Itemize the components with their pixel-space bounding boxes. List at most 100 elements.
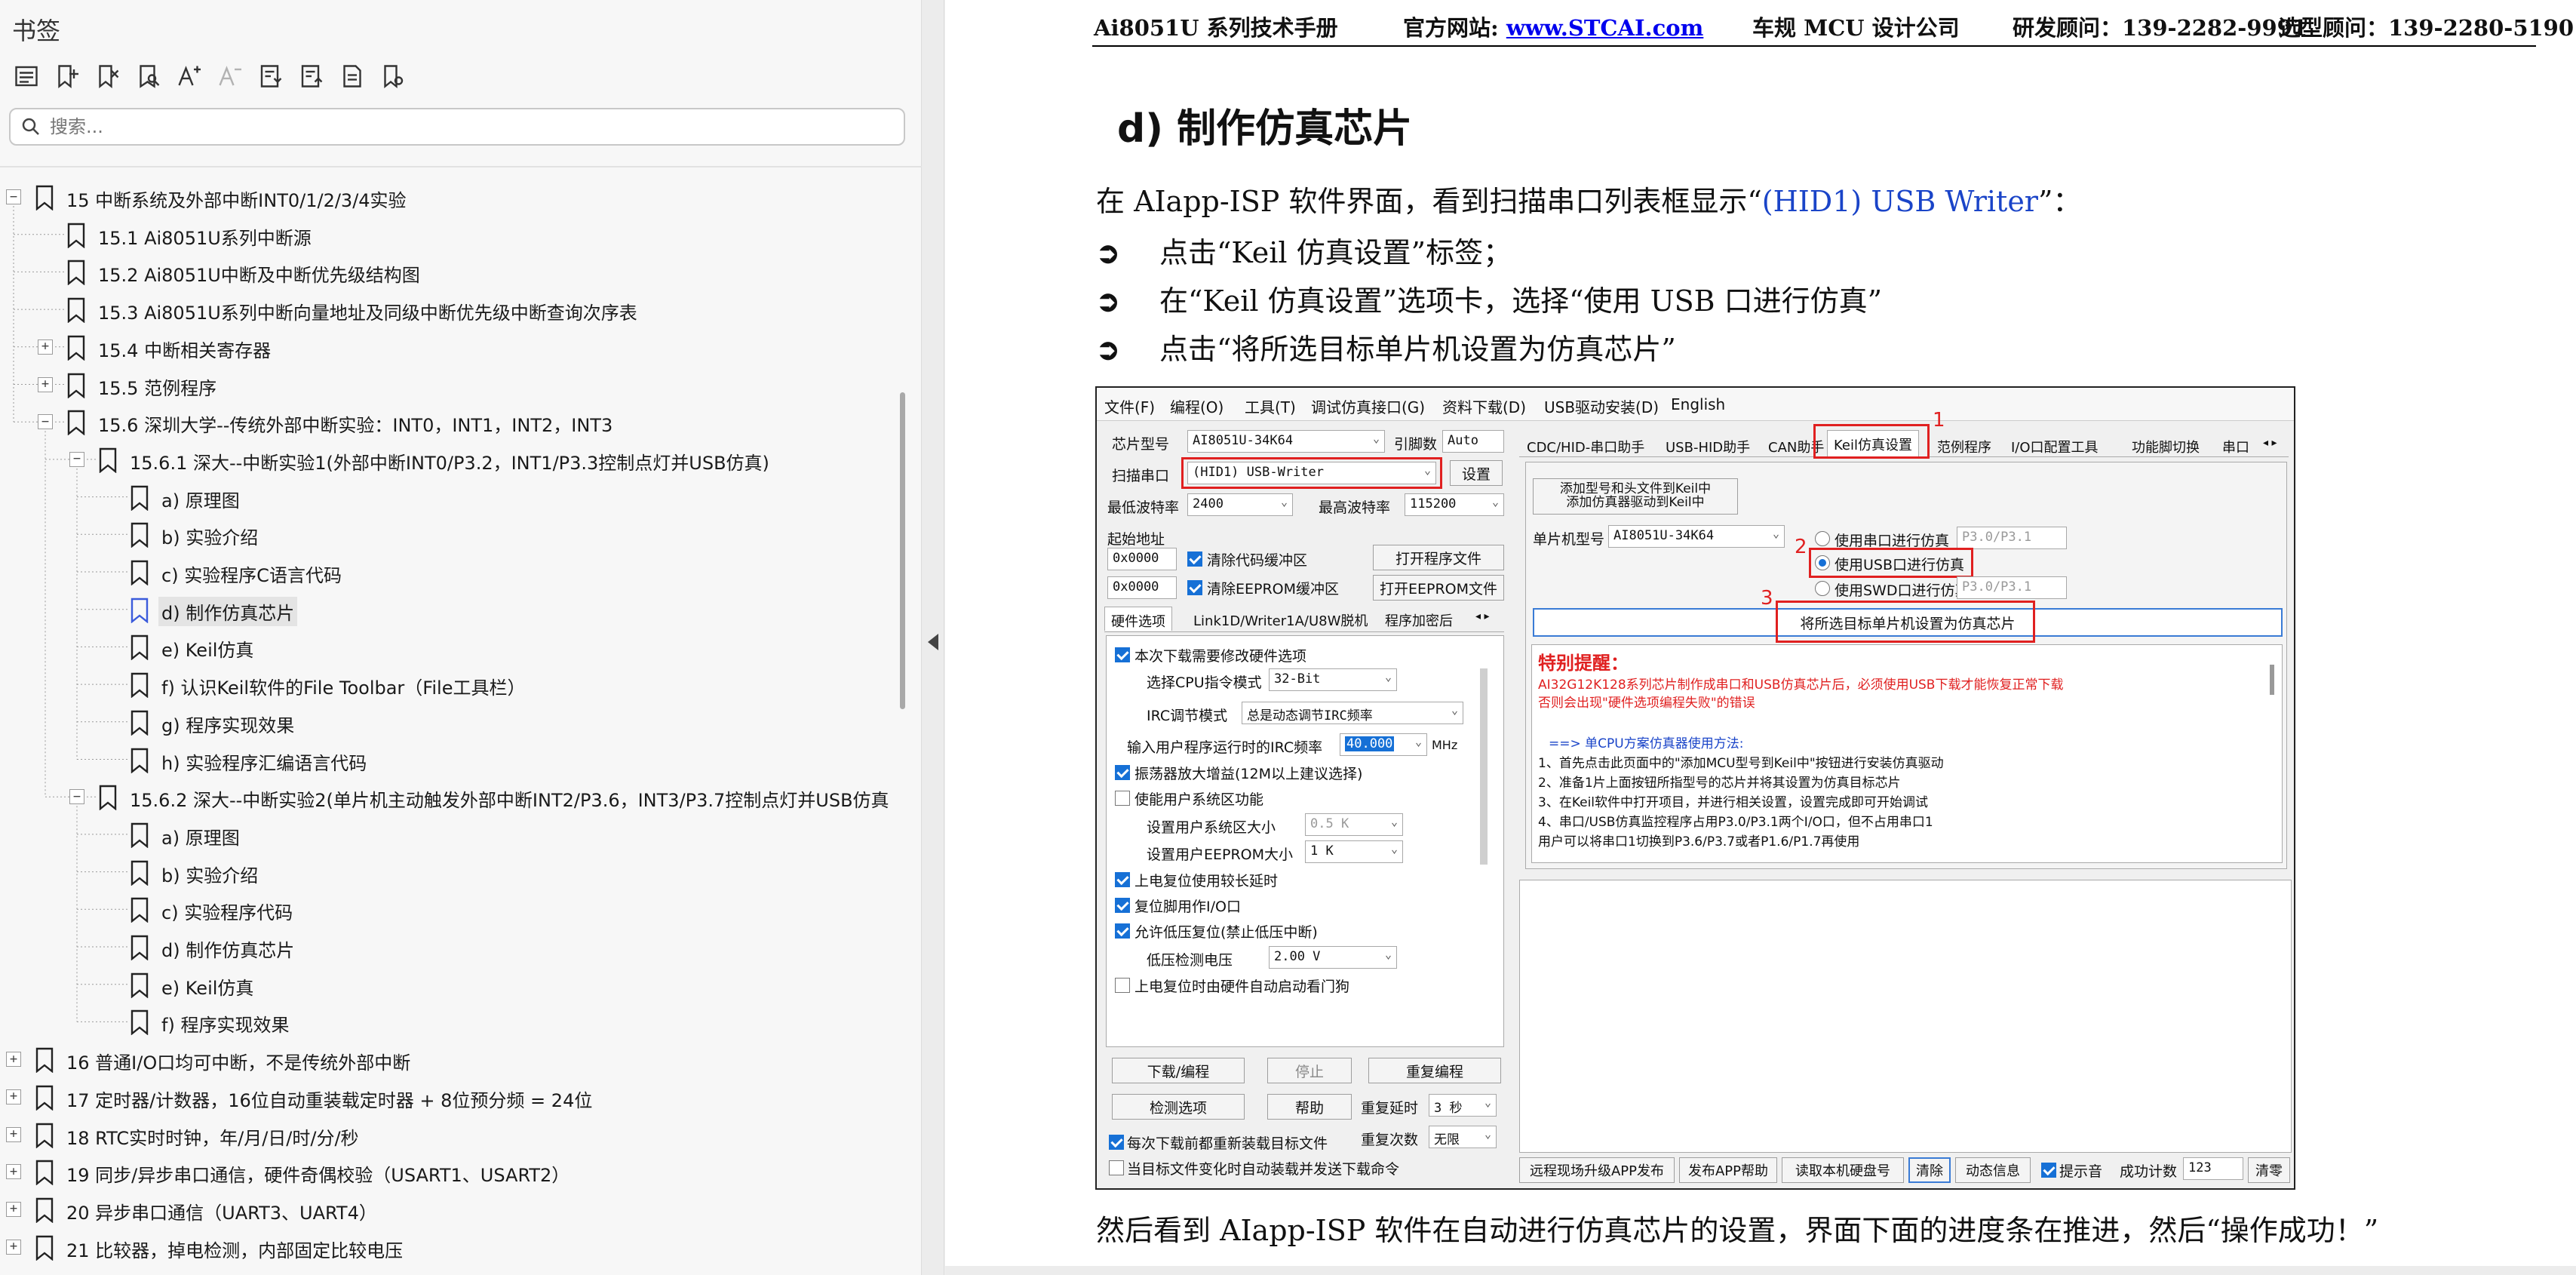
bookmark-item[interactable]: a) 原理图 [0, 480, 890, 515]
collapse-arrow-icon[interactable] [928, 634, 938, 650]
page-icon[interactable] [335, 59, 370, 94]
menu-usb-driver[interactable]: USB驱动安装(D) [1544, 395, 1659, 417]
panel-splitter[interactable] [922, 0, 944, 1275]
tab-pin-switch[interactable]: 功能脚切换 [2126, 433, 2206, 457]
bookmark-item[interactable]: f) 程序实现效果 [0, 1004, 890, 1039]
bookmark-item[interactable]: 15.3 Ai8051U系列中断向量地址及同级中断优先级中断查询次序表 [0, 292, 890, 327]
cpu-mode-select[interactable]: 32-Bit ⌄ [1269, 668, 1397, 691]
repeat-program-button[interactable]: 重复编程 [1368, 1058, 1501, 1083]
settings-button[interactable]: 设置 [1450, 460, 1503, 486]
expand-icon[interactable]: + [6, 1089, 21, 1104]
bookmark-item[interactable]: 15.2 Ai8051U中断及中断优先级结构图 [0, 254, 890, 289]
radio-serial-emulation[interactable] [1815, 531, 1830, 546]
chip-select[interactable]: AI8051U-34K64 ⌄ [1187, 430, 1385, 453]
bookmark-item[interactable]: e) Keil仿真 [0, 967, 890, 1002]
auto-load-checkbox[interactable] [1109, 1160, 1124, 1175]
bookmark-item[interactable]: +18 RTC实时时钟，年/月/日/时/分/秒 [0, 1117, 890, 1152]
reset-io-checkbox[interactable] [1115, 898, 1130, 913]
bookmark-item[interactable]: +19 同步/异步串口通信，硬件奇偶校验（USART1、USART2） [0, 1154, 890, 1189]
por-delay-checkbox[interactable] [1115, 872, 1130, 887]
bookmark-item[interactable]: +17 定时器/计数器，16位自动重装载定时器 + 8位预分频 = 24位 [0, 1080, 890, 1114]
tab-serial[interactable]: 串口 [2216, 433, 2255, 457]
expand-all-icon[interactable] [253, 59, 288, 94]
reset-count-button[interactable]: 清零 [2248, 1157, 2290, 1183]
tab-encryption[interactable]: 程序加密后 [1379, 607, 1459, 631]
open-program-button[interactable]: 打开程序文件 [1373, 545, 1504, 570]
tab-io-config[interactable]: I/O口配置工具 [2005, 433, 2105, 457]
add-bookmark-icon[interactable] [50, 59, 84, 94]
menu-debug-interface[interactable]: 调试仿真接口(G) [1311, 395, 1425, 417]
output-log-area[interactable] [1519, 880, 2292, 1153]
irc-freq-input[interactable]: 40.000 ⌄ [1340, 733, 1427, 756]
tab-serial-assistant[interactable]: CDC/HID-串口助手 [1521, 433, 1650, 457]
eeprom-size-select[interactable]: 1 K ⌄ [1305, 840, 1403, 863]
open-eeprom-button[interactable]: 打开EEPROM文件 [1373, 575, 1504, 601]
read-disk-id-button[interactable]: 读取本机硬盘号 [1782, 1157, 1904, 1183]
bookmark-item[interactable]: +15.4 中断相关寄存器 [0, 330, 890, 364]
app-help-button[interactable]: 发布APP帮助 [1679, 1157, 1777, 1183]
expand-icon[interactable]: + [6, 1201, 21, 1217]
menu-program[interactable]: 编程(O) [1170, 395, 1224, 417]
search-box[interactable] [9, 108, 905, 146]
expand-icon[interactable]: + [6, 1126, 21, 1142]
help-button[interactable]: 帮助 [1267, 1094, 1352, 1120]
bookmark-item[interactable]: d) 制作仿真芯片 [0, 929, 890, 964]
tab-hardware-options[interactable]: 硬件选项 [1104, 607, 1172, 631]
reload-each-checkbox[interactable] [1109, 1135, 1124, 1150]
check-options-button[interactable]: 检测选项 [1112, 1094, 1245, 1120]
hw-options-scrollbar[interactable] [1480, 668, 1488, 865]
document-horizontal-scrollbar[interactable] [945, 1266, 2576, 1275]
search-input[interactable] [50, 116, 904, 137]
watchdog-checkbox[interactable] [1115, 978, 1130, 993]
repeat-delay-select[interactable]: 3 秒 ⌄ [1429, 1094, 1497, 1117]
header-site-link[interactable]: www.STCAI.com [1506, 15, 1704, 41]
min-baud-select[interactable]: 2400 ⌄ [1187, 493, 1293, 516]
menu-tools[interactable]: 工具(T) [1245, 395, 1296, 417]
code-address-input[interactable]: 0x0000 [1107, 548, 1177, 570]
collapse-all-icon[interactable] [294, 59, 329, 94]
repeat-count-select[interactable]: 无限 ⌄ [1429, 1126, 1497, 1148]
lvd-select[interactable]: 2.00 V ⌄ [1269, 946, 1397, 969]
menu-file[interactable]: 文件(F) [1104, 395, 1155, 417]
expand-icon[interactable]: + [38, 376, 53, 392]
collapse-icon[interactable]: − [6, 189, 21, 204]
bookmark-item[interactable]: d) 制作仿真芯片 [0, 592, 890, 627]
sys-area-size-select[interactable]: 0.5 K ⌄ [1305, 813, 1403, 836]
collapse-icon[interactable]: − [69, 789, 84, 805]
download-button[interactable]: 下载/编程 [1112, 1058, 1245, 1083]
eeprom-address-input[interactable]: 0x0000 [1107, 576, 1177, 599]
font-larger-icon[interactable] [172, 59, 207, 94]
bookmark-item[interactable]: b) 实验介绍 [0, 855, 890, 889]
panel-scrollbar[interactable] [900, 392, 905, 709]
bookmark-item[interactable]: c) 实验程序代码 [0, 892, 890, 926]
bookmark-item[interactable]: +21 比较器，掉电检测，内部固定比较电压 [0, 1230, 890, 1264]
bookmark-item[interactable]: b) 实验介绍 [0, 517, 890, 551]
bookmark-item[interactable]: g) 程序实现效果 [0, 705, 890, 739]
pins-select[interactable]: Auto [1442, 430, 1504, 453]
tips-textarea[interactable]: 特别提醒： AI32G12K128系列芯片制作成串口和USB仿真芯片后，必须使用… [1531, 644, 2283, 863]
osc-gain-checkbox[interactable] [1115, 765, 1130, 780]
bookmark-settings-icon[interactable] [376, 59, 410, 94]
menu-downloads[interactable]: 资料下载(D) [1442, 395, 1526, 417]
irc-mode-select[interactable]: 总是动态调节IRC频率 ⌄ [1242, 702, 1463, 724]
mcu-model-select[interactable]: AI8051U-34K64 ⌄ [1608, 525, 1785, 548]
bookmark-item[interactable]: h) 实验程序汇编语言代码 [0, 742, 890, 777]
expand-icon[interactable]: + [6, 1052, 21, 1068]
swd-pin-select[interactable]: P3.0/P3.1 [1957, 576, 2067, 599]
bookmark-item[interactable]: c) 实验程序C语言代码 [0, 555, 890, 589]
max-baud-select[interactable]: 115200 ⌄ [1405, 493, 1504, 516]
list-icon[interactable] [9, 59, 44, 94]
bookmark-item[interactable]: a) 原理图 [0, 817, 890, 852]
bookmark-item[interactable]: − 15 中断系统及外部中断INT0/1/2/3/4实验 [0, 180, 890, 214]
tab-scroll-arrows-icon[interactable]: ◂ ▸ [2257, 433, 2283, 457]
font-smaller-icon[interactable] [213, 59, 247, 94]
clear-eeprom-checkbox[interactable] [1187, 580, 1202, 595]
tab-examples[interactable]: 范例程序 [1931, 433, 1997, 457]
bookmark-item[interactable]: +16 普通I/O口均可中断，不是传统外部中断 [0, 1042, 890, 1077]
bookmark-item[interactable]: e) Keil仿真 [0, 629, 890, 664]
tab-scroll-arrows-icon[interactable]: ◂ ▸ [1469, 607, 1496, 631]
stop-button[interactable]: 停止 [1267, 1058, 1352, 1083]
dynamic-info-button[interactable]: 动态信息 [1955, 1157, 2031, 1183]
add-to-keil-button[interactable]: 添加型号和头文件到Keil中 添加仿真器驱动到Keil中 [1533, 478, 1738, 515]
collapse-icon[interactable]: − [38, 414, 53, 430]
